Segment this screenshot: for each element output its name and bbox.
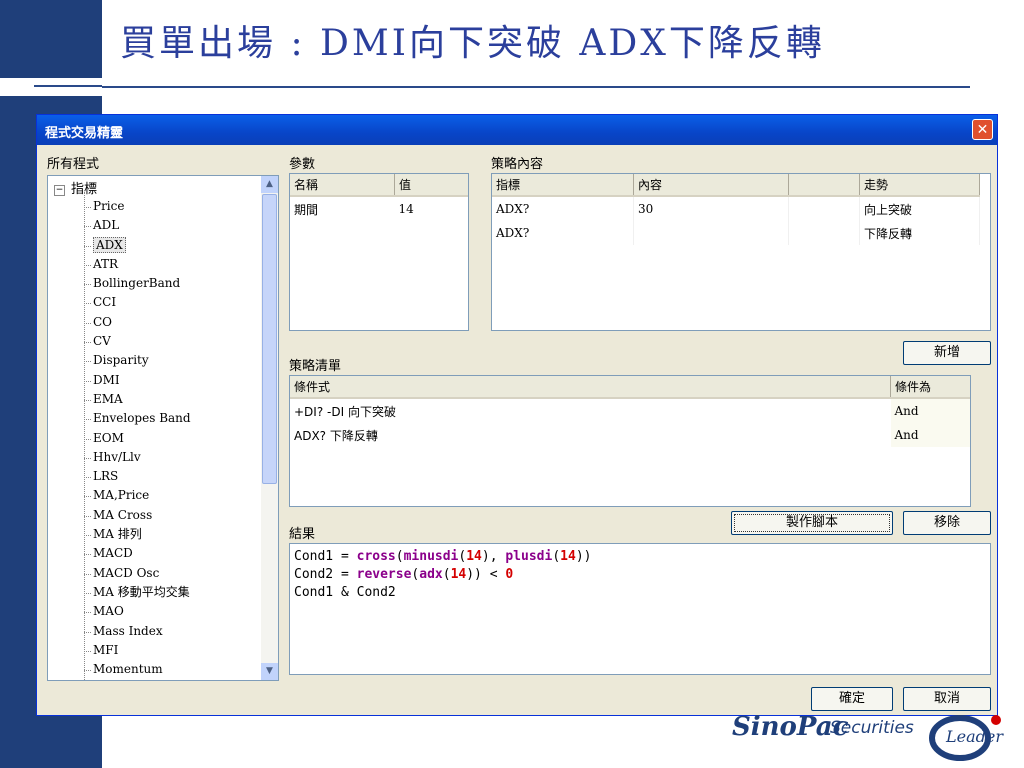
strategy-wizard-dialog: 程式交易精靈 ✕ 所有程式 參數 策略內容 − 指標 Price ADL ADX ATR… [36, 114, 998, 716]
strategy-col-content[interactable]: 內容 [633, 174, 789, 197]
tree-item[interactable]: Momentum [84, 660, 191, 679]
tree-item[interactable]: ATR [84, 255, 191, 274]
strategy-col-trend[interactable]: 走勢 [859, 174, 980, 197]
tree-item[interactable]: EOM [84, 429, 191, 448]
leader-logo-text: Leader [945, 727, 1004, 746]
dialog-title: 程式交易精靈 [45, 126, 124, 141]
tree-item[interactable]: CO [84, 313, 191, 332]
strategy-cell: ADX? [492, 221, 634, 245]
tree-item[interactable]: MA Cross [84, 506, 191, 525]
tree-item[interactable]: Price [84, 197, 191, 216]
tree-item[interactable]: BollingerBand [84, 274, 191, 293]
make-script-button[interactable]: 製作腳本 [731, 511, 893, 535]
dialog-titlebar[interactable]: 程式交易精靈 ✕ [37, 115, 997, 145]
tree-item[interactable]: MA 移動平均交集 [84, 583, 191, 602]
tree-item[interactable]: LRS [84, 467, 191, 486]
scroll-down-icon[interactable]: ▼ [261, 663, 278, 680]
tree-item[interactable]: MACD [84, 544, 191, 563]
tree-item[interactable]: MA 排列 [84, 525, 191, 544]
tree-item[interactable]: CV [84, 332, 191, 351]
all-programs-label: 所有程式 [47, 157, 100, 172]
strategy-content-table[interactable]: 指標 內容 走勢 ADX? 30 向上突破 ADX? 下降反轉 [491, 173, 991, 331]
strategy-list-table[interactable]: 條件式 條件為 +DI? -DI 向下突破 And ADX? 下降反轉 And [289, 375, 971, 507]
params-col-name[interactable]: 名稱 [290, 174, 395, 197]
strategy-content-label: 策略內容 [491, 157, 544, 172]
tree-root-indicators[interactable]: − 指標 [54, 178, 97, 197]
strategy-cell [788, 196, 860, 221]
strategy-cell: ADX? [492, 196, 634, 221]
code-line-3: Cond1 & Cond2 [294, 585, 396, 600]
ok-button[interactable]: 確定 [811, 687, 893, 711]
strategy-cell[interactable]: 向上突破 [859, 196, 980, 221]
table-row[interactable]: ADX? 30 向上突破 [492, 196, 980, 221]
tree-item[interactable]: ADL [84, 216, 191, 235]
tree-item[interactable]: MA,Price [84, 486, 191, 505]
tree-item[interactable]: MACD Osc [84, 564, 191, 583]
strategy-cell[interactable] [633, 221, 789, 245]
result-label: 結果 [289, 527, 316, 542]
tree-scrollbar[interactable]: ▲ ▼ [261, 176, 278, 680]
tree-item[interactable]: Mass Index [84, 622, 191, 641]
left-bar-notch [0, 78, 102, 96]
tree-item[interactable]: ADX [84, 236, 191, 255]
table-row[interactable]: ADX? 下降反轉 [492, 221, 980, 245]
program-tree[interactable]: − 指標 Price ADL ADX ATR BollingerBand CCI CO CV Di… [47, 175, 279, 681]
slide-title: 買單出場 : DMI向下突破 ADX下降反轉 [120, 23, 825, 64]
title-rule [102, 86, 970, 88]
tree-item[interactable]: Envelopes Band [84, 409, 191, 428]
params-label: 參數 [289, 157, 316, 172]
list-condition-cell: ADX? 下降反轉 [294, 428, 378, 443]
list-condition-cell: +DI? -DI 向下突破 [294, 404, 396, 419]
close-button[interactable]: ✕ [972, 119, 993, 140]
table-row[interactable]: +DI? -DI 向下突破 And [290, 398, 970, 423]
params-table[interactable]: 名稱 值 期間 14 [289, 173, 469, 331]
result-code-area[interactable]: Cond1 = cross(minusdi(14), plusdi(14)) C… [289, 543, 991, 675]
param-name-cell: 期間 [294, 202, 319, 217]
tree-item[interactable]: EMA [84, 390, 191, 409]
strategy-cell[interactable]: 30 [633, 196, 789, 221]
strategy-cell [788, 221, 860, 245]
strategy-col-indicator[interactable]: 指標 [492, 174, 634, 197]
strategy-cell[interactable]: 下降反轉 [859, 221, 980, 245]
tree-item[interactable]: Disparity [84, 351, 191, 370]
scroll-thumb[interactable] [262, 194, 277, 484]
list-type-cell[interactable]: And [890, 423, 970, 447]
list-col-type[interactable]: 條件為 [890, 376, 970, 399]
tree-item[interactable]: DMI [84, 371, 191, 390]
list-type-cell[interactable]: And [890, 398, 970, 423]
tree-item[interactable]: MFI [84, 641, 191, 660]
strategy-list-label: 策略清單 [289, 359, 342, 374]
params-col-value[interactable]: 值 [394, 174, 468, 197]
tree-item[interactable]: CCI [84, 293, 191, 312]
tree-item[interactable]: MAO [84, 602, 191, 621]
collapse-icon[interactable]: − [54, 185, 65, 196]
code-line-1: Cond1 = cross(minusdi(14), plusdi(14)) [294, 549, 592, 564]
list-col-condition[interactable]: 條件式 [290, 376, 891, 399]
table-row[interactable]: ADX? 下降反轉 And [290, 423, 970, 447]
code-line-2: Cond2 = reverse(adx(14)) < 0 [294, 567, 514, 582]
strategy-col-blank[interactable] [788, 174, 860, 197]
remove-button[interactable]: 移除 [903, 511, 991, 535]
tree-item[interactable]: Hhv/Llv [84, 448, 191, 467]
leader-logo-icon: Leader [929, 715, 1004, 761]
scroll-up-icon[interactable]: ▲ [261, 176, 278, 193]
add-button[interactable]: 新增 [903, 341, 991, 365]
securities-logo-text: Securities [830, 718, 914, 738]
param-value-cell[interactable]: 14 [395, 196, 469, 221]
table-row[interactable]: 期間 14 [290, 196, 469, 221]
